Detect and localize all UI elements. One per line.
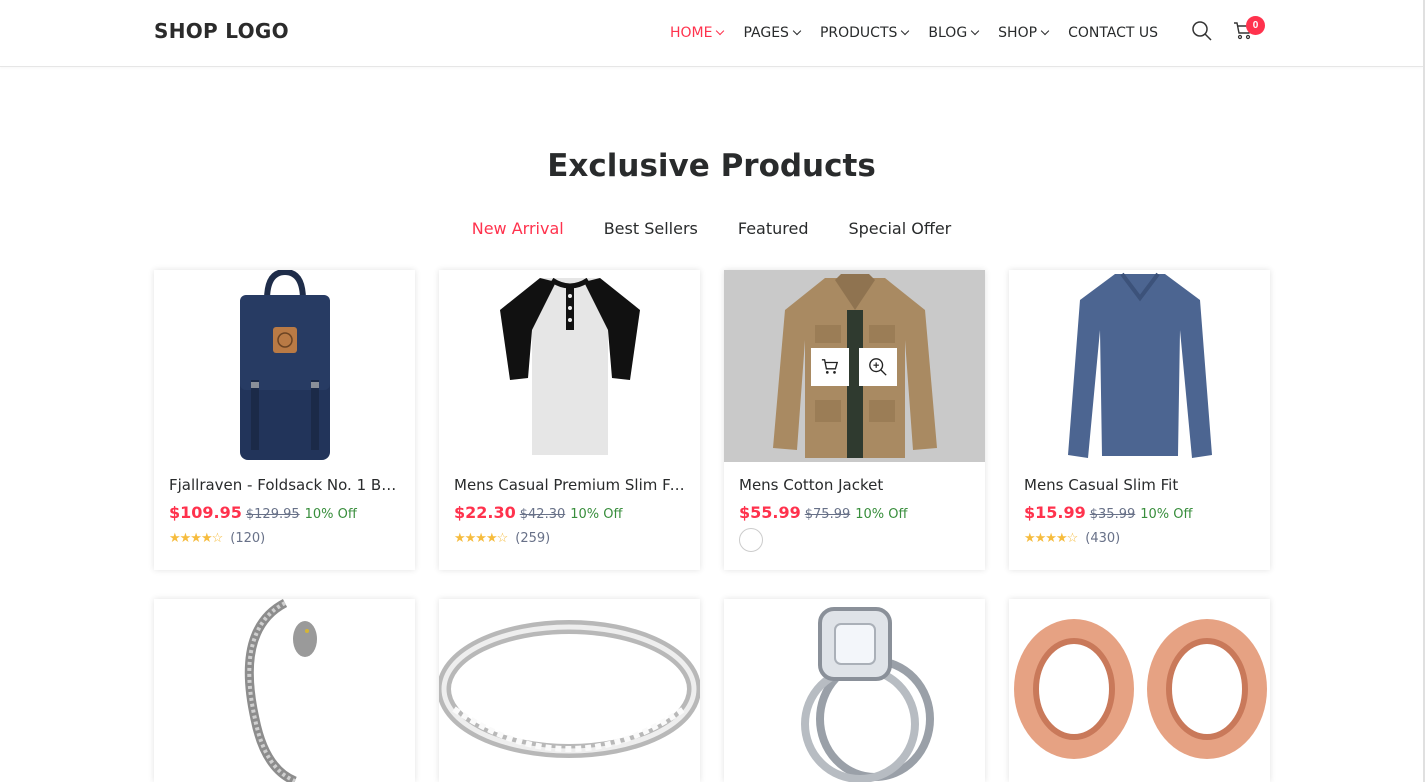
product-old-price: $75.99 bbox=[804, 507, 851, 522]
product-old-price: $129.95 bbox=[245, 507, 300, 522]
zoom-in-icon bbox=[869, 358, 887, 376]
product-card[interactable] bbox=[154, 599, 415, 782]
product-image-silver-dragon-bracelet[interactable] bbox=[154, 599, 415, 782]
product-card[interactable] bbox=[724, 599, 985, 782]
chevron-down-icon bbox=[970, 26, 980, 36]
star-rating-icon: ★★★★☆ bbox=[454, 530, 508, 545]
product-price: $22.30 bbox=[454, 503, 516, 522]
section-title: Exclusive Products bbox=[547, 148, 876, 184]
search-icon[interactable] bbox=[1191, 20, 1213, 47]
product-image-raglan-henley-tshirt[interactable] bbox=[439, 270, 700, 462]
shop-logo[interactable]: SHOP LOGO bbox=[154, 19, 289, 43]
product-image-diamond-halo-ring-set[interactable] bbox=[724, 599, 985, 782]
tab-new-arrival[interactable]: New Arrival bbox=[472, 219, 564, 238]
product-old-price: $35.99 bbox=[1089, 507, 1136, 522]
product-image-silver-eternity-ring[interactable] bbox=[439, 599, 700, 782]
product-discount: 10% Off bbox=[1140, 507, 1193, 522]
product-image-navy-backpack[interactable] bbox=[154, 270, 415, 462]
product-price: $55.99 bbox=[739, 503, 801, 522]
review-count: (430) bbox=[1085, 530, 1121, 546]
chevron-down-icon bbox=[901, 26, 910, 36]
product-card[interactable] bbox=[439, 599, 700, 782]
product-name[interactable]: Mens Cotton Jacket bbox=[739, 476, 970, 494]
review-count: (120) bbox=[230, 530, 266, 546]
product-card[interactable]: Mens Casual Premium Slim Fi… $22.30 $42.… bbox=[439, 270, 700, 570]
product-image-brown-cotton-jacket[interactable] bbox=[724, 270, 985, 462]
main-nav: HOME PAGES PRODUCTS BLOG SHOP CONTACT US bbox=[670, 0, 1178, 66]
product-discount: 10% Off bbox=[304, 507, 357, 522]
star-rating-icon: ★★★★☆ bbox=[1024, 530, 1078, 545]
chevron-down-icon bbox=[792, 26, 802, 36]
tab-best-sellers[interactable]: Best Sellers bbox=[604, 219, 698, 238]
cart-icon bbox=[821, 359, 839, 374]
product-discount: 10% Off bbox=[855, 507, 908, 522]
nav-blog-label: BLOG bbox=[928, 25, 968, 41]
product-name[interactable]: Fjallraven - Foldsack No. 1 Bac… bbox=[169, 476, 400, 494]
product-price: $109.95 bbox=[169, 503, 242, 522]
product-card[interactable]: Mens Cotton Jacket $55.99 $75.99 10% Off bbox=[724, 270, 985, 570]
product-tabs: New Arrival Best Sellers Featured Specia… bbox=[0, 219, 1423, 238]
tab-special-offer[interactable]: Special Offer bbox=[848, 219, 951, 238]
product-price: $15.99 bbox=[1024, 503, 1086, 522]
nav-products[interactable]: PRODUCTS bbox=[819, 25, 910, 41]
chevron-down-icon bbox=[1040, 26, 1050, 36]
product-card[interactable] bbox=[1009, 599, 1270, 782]
nav-contact-label: CONTACT US bbox=[1068, 25, 1159, 41]
tab-featured[interactable]: Featured bbox=[738, 219, 809, 238]
nav-pages[interactable]: PAGES bbox=[743, 25, 802, 41]
product-discount: 10% Off bbox=[570, 507, 623, 522]
product-name[interactable]: Mens Casual Premium Slim Fi… bbox=[454, 476, 685, 494]
quick-view-button[interactable] bbox=[859, 348, 897, 386]
nav-home[interactable]: HOME bbox=[670, 25, 725, 41]
nav-home-label: HOME bbox=[670, 25, 713, 41]
product-old-price: $42.30 bbox=[519, 507, 566, 522]
nav-contact[interactable]: CONTACT US bbox=[1068, 25, 1158, 41]
nav-products-label: PRODUCTS bbox=[819, 25, 898, 41]
chevron-down-icon bbox=[716, 26, 725, 36]
product-card[interactable]: Fjallraven - Foldsack No. 1 Bac… $109.95… bbox=[154, 270, 415, 570]
star-rating-icon: ★★★★☆ bbox=[169, 530, 223, 545]
nav-pages-label: PAGES bbox=[743, 25, 789, 41]
nav-blog[interactable]: BLOG bbox=[928, 25, 980, 41]
product-card[interactable]: Mens Casual Slim Fit $15.99 $35.99 10% O… bbox=[1009, 270, 1270, 570]
nav-shop-label: SHOP bbox=[998, 25, 1038, 41]
product-image-rose-gold-ear-tunnels[interactable] bbox=[1009, 599, 1270, 782]
product-image-blue-longsleeve-shirt[interactable] bbox=[1009, 270, 1270, 462]
review-count: (259) bbox=[515, 530, 551, 546]
cart-count-badge: 0 bbox=[1246, 16, 1265, 35]
product-name[interactable]: Mens Casual Slim Fit bbox=[1024, 476, 1255, 494]
site-header: SHOP LOGO HOME PAGES PRODUCTS BLOG SHOP … bbox=[0, 0, 1423, 67]
add-to-cart-button[interactable] bbox=[811, 348, 849, 386]
nav-shop[interactable]: SHOP bbox=[998, 25, 1050, 41]
color-swatch[interactable] bbox=[739, 528, 763, 552]
